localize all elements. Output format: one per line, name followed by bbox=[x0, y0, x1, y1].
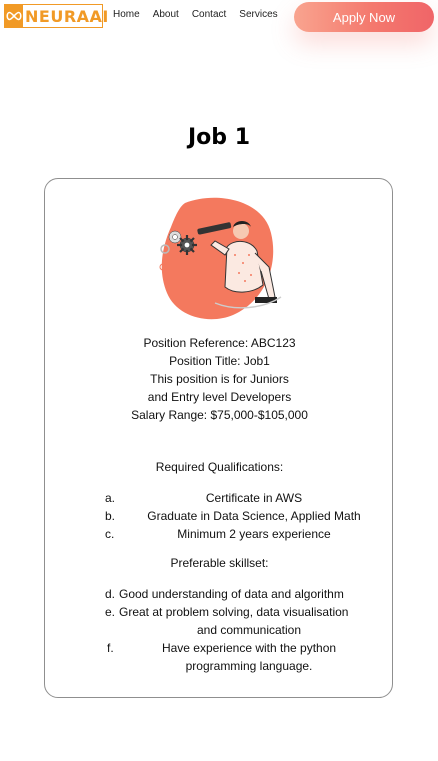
site-header: NEURAAI Home About Contact Services Appl… bbox=[0, 0, 438, 60]
nav-home[interactable]: Home bbox=[113, 9, 140, 20]
person-with-telescope-illustration bbox=[159, 197, 282, 320]
list-item-text: Minimum 2 years experience bbox=[177, 527, 331, 541]
apply-now-button[interactable]: Apply Now bbox=[294, 2, 434, 32]
logo[interactable]: NEURAAI bbox=[4, 4, 108, 28]
list-marker: a. bbox=[105, 491, 116, 505]
list-item-text: Graduate in Data Science, Applied Math bbox=[147, 509, 361, 523]
salary-range: Salary Range: $75,000-$105,000 bbox=[131, 408, 308, 422]
list-item: c. Minimum 2 years experience bbox=[105, 525, 380, 543]
page-title: Job 1 bbox=[187, 125, 250, 150]
nav-about[interactable]: About bbox=[153, 9, 179, 20]
position-level-line-1: This position is for Juniors bbox=[150, 372, 289, 386]
list-item-text: Certificate in AWS bbox=[205, 491, 303, 505]
list-item-text: Good understanding of data and algorithm bbox=[119, 587, 344, 601]
nav-contact[interactable]: Contact bbox=[192, 9, 226, 20]
list-item: d. Good understanding of data and algori… bbox=[105, 585, 395, 603]
list-marker: c. bbox=[105, 527, 115, 541]
list-item: a. Certificate in AWS bbox=[105, 489, 380, 507]
position-title: Position Title: Job1 bbox=[169, 354, 270, 368]
list-marker: b. bbox=[105, 509, 116, 523]
infinity-icon bbox=[5, 5, 23, 27]
position-level-line-2: and Entry level Developers bbox=[147, 390, 292, 404]
job-card: Position Reference: ABC123 Position Titl… bbox=[44, 178, 393, 698]
list-item: f. Have experience with the python progr… bbox=[107, 639, 387, 675]
list-item-text-continued: and communication bbox=[196, 623, 302, 637]
list-marker: d. bbox=[105, 587, 116, 601]
nav-services[interactable]: Services bbox=[239, 9, 277, 20]
list-item-text-continued: programming language. bbox=[185, 659, 313, 673]
main-nav: Home About Contact Services bbox=[113, 9, 291, 20]
preferable-skillset-title: Preferable skillset: bbox=[170, 556, 269, 570]
list-item: e. Great at problem solving, data visual… bbox=[105, 603, 395, 639]
logo-text: NEURAAI bbox=[25, 6, 109, 26]
list-marker: f. bbox=[107, 641, 114, 655]
list-item-text: Have experience with the python bbox=[161, 641, 337, 655]
list-item: b. Graduate in Data Science, Applied Mat… bbox=[105, 507, 380, 525]
position-reference: Position Reference: ABC123 bbox=[143, 336, 296, 350]
list-item-text: Great at problem solving, data visualisa… bbox=[119, 605, 349, 619]
required-qualifications-title: Required Qualifications: bbox=[155, 460, 284, 474]
position-info: Position Reference: ABC123 Position Titl… bbox=[45, 334, 394, 424]
list-marker: e. bbox=[105, 605, 116, 619]
